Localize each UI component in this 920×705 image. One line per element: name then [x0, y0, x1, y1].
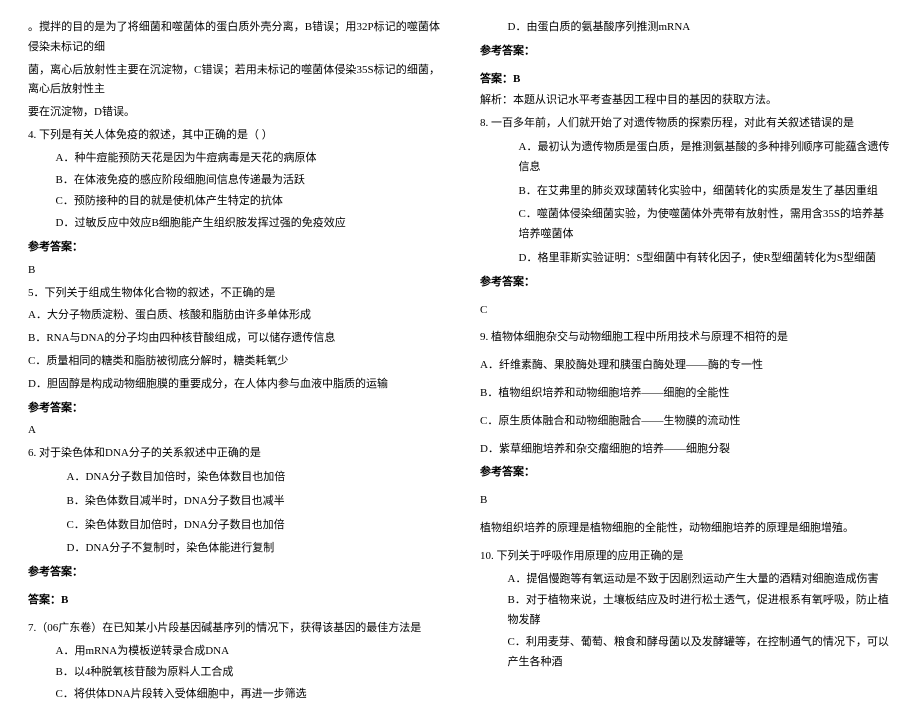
q9-answer: B: [480, 491, 892, 511]
intro-paragraph-line3: 要在沉淀物，D错误。: [28, 103, 440, 123]
q7-answer: 答案：B: [480, 70, 892, 90]
q4-option-b: B．在体液免疫的感应阶段细胞间信息传递最为活跃: [28, 171, 440, 191]
q5-option-b: B．RNA与DNA的分子均由四种核苷酸组成，可以储存遗传信息: [28, 329, 440, 349]
q8-ref-label: 参考答案：: [480, 273, 892, 293]
q9-explanation: 植物组织培养的原理是植物细胞的全能性，动物细胞培养的原理是细胞增殖。: [480, 519, 892, 539]
q10-stem: 10. 下列关于呼吸作用原理的应用正确的是: [480, 547, 892, 567]
q4-stem: 4. 下列是有关人体免疫的叙述，其中正确的是（ ）: [28, 126, 440, 146]
q7-explanation: 解析：本题从识记水平考查基因工程中目的基因的获取方法。: [480, 91, 892, 111]
intro-paragraph-line2: 菌，离心后放射性主要在沉淀物，C错误；若用未标记的噬菌体侵染35S标记的细菌，离…: [28, 61, 440, 101]
q4-answer: B: [28, 261, 440, 281]
q6-answer: 答案：B: [28, 591, 440, 611]
q4-option-c: C．预防接种的目的就是使机体产生特定的抗体: [28, 192, 440, 212]
q6-ref-label: 参考答案：: [28, 563, 440, 583]
q8-option-c: C．噬菌体侵染细菌实验，为使噬菌体外壳带有放射性，需用含35S的培养基培养噬菌体: [480, 205, 892, 245]
q5-option-d: D．胆固醇是构成动物细胞膜的重要成分，在人体内参与血液中脂质的运输: [28, 375, 440, 395]
q8-answer: C: [480, 301, 892, 321]
q5-option-a: A．大分子物质淀粉、蛋白质、核酸和脂肪由许多单体形成: [28, 306, 440, 326]
q5-answer: A: [28, 421, 440, 441]
q9-ref-label: 参考答案：: [480, 463, 892, 483]
q7-option-d: D．由蛋白质的氨基酸序列推测mRNA: [480, 18, 892, 38]
q7-stem: 7.（06广东卷）在已知某小片段基因碱基序列的情况下，获得该基因的最佳方法是: [28, 619, 440, 639]
q6-option-a: A．DNA分子数目加倍时，染色体数目也加倍: [28, 468, 440, 488]
q6-option-b: B．染色体数目减半时，DNA分子数目也减半: [28, 492, 440, 512]
q9-stem: 9. 植物体细胞杂交与动物细胞工程中所用技术与原理不相符的是: [480, 328, 892, 348]
intro-paragraph-line1: 。搅拌的目的是为了将细菌和噬菌体的蛋白质外壳分离，B错误；用32P标记的噬菌体侵…: [28, 18, 440, 58]
q5-option-c: C．质量相同的糖类和脂肪被彻底分解时，糖类耗氧少: [28, 352, 440, 372]
q7-ref-label: 参考答案：: [480, 42, 892, 62]
q8-option-d: D．格里菲斯实验证明：S型细菌中有转化因子，使R型细菌转化为S型细菌: [480, 249, 892, 269]
q6-stem: 6. 对于染色体和DNA分子的关系叙述中正确的是: [28, 444, 440, 464]
q4-option-d: D．过敏反应中效应B细胞能产生组织胺发挥过强的免疫效应: [28, 214, 440, 234]
q9-option-b: B．植物组织培养和动物细胞培养——细胞的全能性: [480, 384, 892, 404]
q6-option-c: C．染色体数目加倍时，DNA分子数目也加倍: [28, 516, 440, 536]
q5-ref-label: 参考答案：: [28, 399, 440, 419]
q8-stem: 8. 一百多年前，人们就开始了对遗传物质的探索历程，对此有关叙述错误的是: [480, 114, 892, 134]
q4-ref-label: 参考答案：: [28, 238, 440, 258]
q10-option-b: B．对于植物来说，土壤板结应及时进行松土透气，促进根系有氧呼吸，防止植物发酵: [480, 591, 892, 631]
q7-option-c: C．将供体DNA片段转入受体细胞中，再进一步筛选: [28, 685, 440, 705]
q4-option-a: A．种牛痘能预防天花是因为牛痘病毒是天花的病原体: [28, 149, 440, 169]
q9-option-d: D．紫草细胞培养和杂交瘤细胞的培养——细胞分裂: [480, 440, 892, 460]
q9-option-a: A．纤维素酶、果胶酶处理和胰蛋白酶处理——酶的专一性: [480, 356, 892, 376]
q7-option-b: B．以4种脱氧核苷酸为原料人工合成: [28, 663, 440, 683]
q9-option-c: C．原生质体融合和动物细胞融合——生物膜的流动性: [480, 412, 892, 432]
q10-option-a: A．提倡慢跑等有氧运动是不致于因剧烈运动产生大量的酒精对细胞造成伤害: [480, 570, 892, 590]
q10-option-c: C．利用麦芽、葡萄、粮食和酵母菌以及发酵罐等，在控制通气的情况下，可以产生各种酒: [480, 633, 892, 673]
q5-stem: 5．下列关于组成生物体化合物的叙述，不正确的是: [28, 284, 440, 304]
q6-option-d: D．DNA分子不复制时，染色体能进行复制: [28, 539, 440, 559]
q8-option-a: A．最初认为遗传物质是蛋白质，是推测氨基酸的多种排列顺序可能蕴含遗传信息: [480, 138, 892, 178]
q8-option-b: B．在艾弗里的肺炎双球菌转化实验中，细菌转化的实质是发生了基因重组: [480, 182, 892, 202]
q7-option-a: A．用mRNA为模板逆转录合成DNA: [28, 642, 440, 662]
